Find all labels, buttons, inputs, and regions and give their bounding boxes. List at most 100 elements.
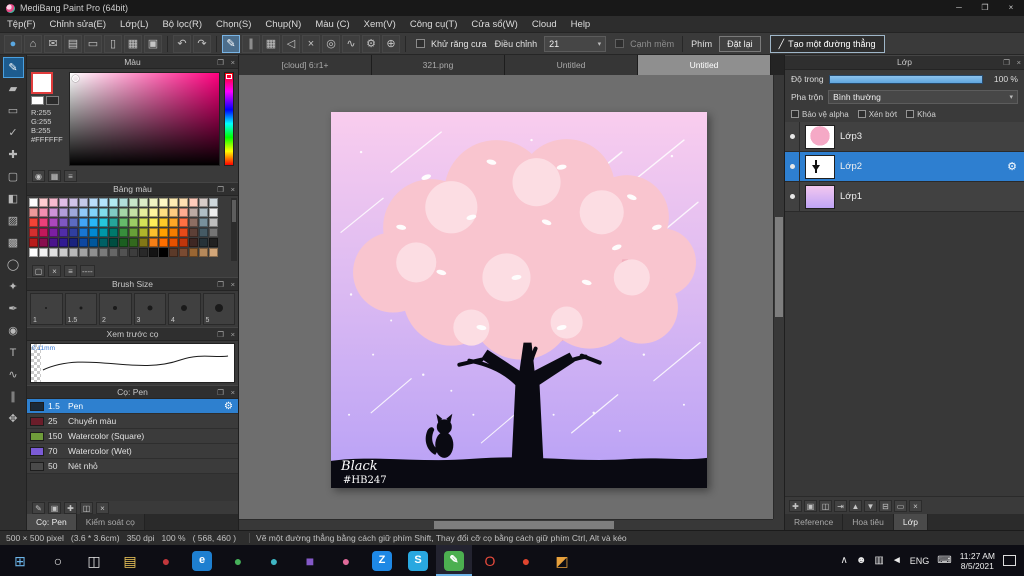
brush-size-cell[interactable]: 3 bbox=[134, 293, 167, 325]
secondary-color-swatch[interactable] bbox=[31, 96, 44, 105]
duplicate-canvas-icon[interactable]: ▯ bbox=[104, 35, 122, 53]
palette-swatch[interactable] bbox=[79, 238, 88, 247]
palette-swatch[interactable] bbox=[139, 248, 148, 257]
palette-swatch[interactable] bbox=[129, 248, 138, 257]
menu-item[interactable]: Màu (C) bbox=[308, 16, 356, 33]
palette-swatch[interactable] bbox=[149, 218, 158, 227]
palette-swatch[interactable] bbox=[109, 238, 118, 247]
palette-scrollbar-thumb[interactable] bbox=[232, 200, 236, 222]
menu-item[interactable]: Chụp(N) bbox=[258, 16, 308, 33]
clock[interactable]: 11:27 AM 8/5/2021 bbox=[960, 551, 995, 571]
brush-settings-icon[interactable]: ⚙ bbox=[224, 401, 233, 412]
new-folder-button[interactable]: ▣ bbox=[804, 500, 817, 512]
palette-lines-icon[interactable]: ---- bbox=[80, 265, 95, 277]
palette-swatch[interactable] bbox=[129, 198, 138, 207]
palette-swatch[interactable] bbox=[189, 238, 198, 247]
palette-swatch[interactable] bbox=[209, 248, 218, 257]
parallel-lines-icon[interactable]: ∥ bbox=[242, 35, 260, 53]
tray-expand-icon[interactable]: ∧ bbox=[841, 555, 848, 566]
palette-swatch[interactable] bbox=[49, 198, 58, 207]
palette-swatch[interactable] bbox=[69, 248, 78, 257]
palette-swatch[interactable] bbox=[179, 248, 188, 257]
app-green-icon[interactable]: ● bbox=[220, 545, 256, 576]
layer-up-button[interactable]: ▲ bbox=[849, 500, 862, 512]
layer-visibility-toggle[interactable] bbox=[785, 122, 800, 151]
palette-swatch[interactable] bbox=[139, 218, 148, 227]
delete-color-icon[interactable]: × bbox=[48, 265, 61, 277]
palette-swatch[interactable] bbox=[39, 198, 48, 207]
select-pen-tool[interactable]: ✓ bbox=[3, 123, 24, 144]
app-purple-icon[interactable]: ■ bbox=[292, 545, 328, 576]
palette-swatch[interactable] bbox=[29, 198, 38, 207]
file-explorer-icon[interactable]: ▤ bbox=[112, 545, 148, 576]
palette-swatch[interactable] bbox=[119, 228, 128, 237]
tray-person-icon[interactable]: ☻ bbox=[856, 555, 867, 566]
palette-swatch[interactable] bbox=[209, 238, 218, 247]
grid-snap-icon[interactable]: ▦ bbox=[262, 35, 280, 53]
clipping-checkbox[interactable]: Xén bớt bbox=[858, 110, 897, 119]
palette-swatch[interactable] bbox=[89, 208, 98, 217]
palette-swatch[interactable] bbox=[119, 238, 128, 247]
duplicate-layer-button[interactable]: ◫ bbox=[819, 500, 832, 512]
palette-swatch[interactable] bbox=[169, 198, 178, 207]
soft-edge-checkbox[interactable] bbox=[615, 39, 624, 48]
transfer-layer-button[interactable]: ⇥ bbox=[834, 500, 847, 512]
palette-swatch[interactable] bbox=[119, 198, 128, 207]
lock-checkbox[interactable]: Khóa bbox=[906, 110, 936, 119]
palette-scrollbar[interactable] bbox=[231, 198, 237, 261]
app-teal-icon[interactable]: ● bbox=[256, 545, 292, 576]
palette-swatch[interactable] bbox=[59, 238, 68, 247]
snap-settings-icon[interactable]: ⚙ bbox=[362, 35, 380, 53]
skype-icon[interactable]: S bbox=[400, 545, 436, 576]
palette-swatch[interactable] bbox=[49, 228, 58, 237]
pattern-select-tool[interactable]: ▩ bbox=[3, 233, 24, 254]
grid-icon[interactable]: ▦ bbox=[124, 35, 142, 53]
clear-layer-button[interactable]: ▭ bbox=[894, 500, 907, 512]
active-tool-indicator-icon[interactable]: ● bbox=[4, 35, 22, 53]
left-panel-tab[interactable]: Cọ: Pen bbox=[27, 514, 77, 530]
layer-down-button[interactable]: ▼ bbox=[864, 500, 877, 512]
palette-swatch[interactable] bbox=[89, 228, 98, 237]
foreground-color-swatch[interactable] bbox=[31, 72, 53, 94]
horizontal-scrollbar[interactable] bbox=[239, 519, 773, 530]
home-icon[interactable]: ⌂ bbox=[24, 35, 42, 53]
new-layer-button[interactable]: ✚ bbox=[789, 500, 802, 512]
straight-line-tool-icon[interactable]: ✎ bbox=[222, 35, 240, 53]
brush-add-icon[interactable]: ✚ bbox=[64, 502, 77, 514]
brush-size-cell[interactable]: 4 bbox=[168, 293, 201, 325]
palette-swatch[interactable] bbox=[159, 198, 168, 207]
vertical-scrollbar[interactable] bbox=[773, 75, 784, 519]
palette-swatch[interactable] bbox=[159, 228, 168, 237]
brush-folder-icon[interactable]: ▣ bbox=[48, 502, 61, 514]
brush-size-cell[interactable]: 1.5 bbox=[65, 293, 98, 325]
document-tab[interactable]: Untitled bbox=[638, 55, 771, 75]
panel-close-icon[interactable]: × bbox=[231, 328, 235, 341]
palette-swatch[interactable] bbox=[99, 228, 108, 237]
eraser-tool[interactable]: ▰ bbox=[3, 79, 24, 100]
palette-swatch[interactable] bbox=[59, 228, 68, 237]
opera-icon[interactable]: O bbox=[472, 545, 508, 576]
bucket-tool[interactable]: ◧ bbox=[3, 189, 24, 210]
new-color-icon[interactable]: ▢ bbox=[32, 265, 45, 277]
palette-swatch[interactable] bbox=[129, 218, 138, 227]
key-label[interactable]: Phím bbox=[691, 39, 712, 49]
palette-swatch[interactable] bbox=[89, 218, 98, 227]
menu-item[interactable]: Lớp(L) bbox=[113, 16, 155, 33]
tray-network-icon[interactable]: ▥ bbox=[874, 555, 883, 566]
palette-menu-icon[interactable]: ≡ bbox=[64, 265, 77, 277]
minimize-button[interactable]: ─ bbox=[946, 0, 972, 16]
palette-swatch[interactable] bbox=[209, 218, 218, 227]
reset-button[interactable]: Đặt lại bbox=[719, 36, 761, 52]
palette-icon[interactable]: ▤ bbox=[64, 35, 82, 53]
cross-snap-icon[interactable]: × bbox=[302, 35, 320, 53]
palette-swatch[interactable] bbox=[79, 198, 88, 207]
left-panel-tab[interactable]: Kiểm soát cọ bbox=[77, 514, 145, 530]
layer-visibility-toggle[interactable] bbox=[785, 152, 800, 181]
document-tab[interactable]: [cloud] 6:r1+ bbox=[239, 55, 372, 75]
undo-icon[interactable]: ↶ bbox=[173, 35, 191, 53]
palette-swatch[interactable] bbox=[59, 218, 68, 227]
hue-slider[interactable] bbox=[224, 72, 234, 166]
rect-select-tool[interactable]: ▢ bbox=[3, 167, 24, 188]
medibang-icon[interactable]: ✎ bbox=[436, 545, 472, 576]
palette-swatch[interactable] bbox=[119, 248, 128, 257]
